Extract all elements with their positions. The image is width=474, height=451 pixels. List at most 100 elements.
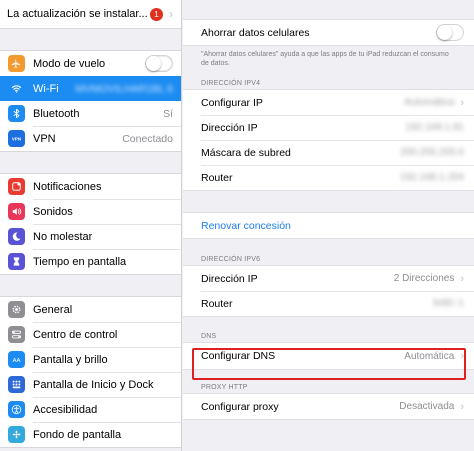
sidebar-item-notifications[interactable]: Notificaciones (0, 174, 181, 199)
proxy-section-header: PROXY HTTP (201, 384, 248, 391)
renew-lease-card: Renovar concesión (183, 212, 474, 239)
configure-ip-value: Automática (404, 97, 455, 108)
ip-address-value: 192.168.1.81 (405, 122, 464, 133)
gear-icon (8, 301, 25, 318)
ip-address-label: Dirección IP (201, 121, 258, 134)
ipv6-router-row: Router fe80::1 (183, 291, 474, 316)
ipv6-router-label: Router (201, 297, 233, 310)
general-group: General Centro de control AA Pantalla y … (0, 296, 181, 448)
configure-proxy-label: Configurar proxy (201, 400, 279, 413)
chevron-right-icon: › (460, 350, 464, 362)
sidebar-item-label: Bluetooth (33, 107, 80, 120)
chevron-right-icon: › (169, 7, 173, 21)
svg-text:VPN: VPN (12, 137, 21, 142)
subnet-mask-value: 255.255.255.0 (400, 147, 464, 158)
software-update-row[interactable]: La actualización se instalar... 1 › (0, 0, 181, 29)
sidebar-item-vpn[interactable]: VPN VPN Conectado (0, 126, 181, 151)
svg-text:AA: AA (13, 358, 21, 364)
settings-sidebar: La actualización se instalar... 1 › Modo… (0, 0, 182, 451)
router-label: Router (201, 171, 233, 184)
ipv6-card: Dirección IP 2 Direcciones › Router fe80… (183, 265, 474, 317)
ipv6-address-label: Dirección IP (201, 272, 258, 285)
configure-dns-label: Configurar DNS (201, 350, 276, 362)
ipv6-address-value: 2 Direcciones (393, 273, 455, 284)
chevron-right-icon: › (460, 96, 464, 109)
sounds-icon (8, 203, 25, 220)
configure-proxy-row[interactable]: Configurar proxy Desactivada › (183, 394, 474, 419)
sidebar-item-label: Modo de vuelo (33, 57, 106, 70)
subnet-mask-row: Máscara de subred 255.255.255.0 (183, 140, 474, 165)
sidebar-item-display-brightness[interactable]: AA Pantalla y brillo (0, 347, 181, 372)
vpn-status: Conectado (122, 132, 173, 145)
sidebar-item-label: Sonidos (33, 205, 73, 218)
notifications-group: Notificaciones Sonidos No molestar Tiemp… (0, 173, 181, 275)
renew-lease-button[interactable]: Renovar concesión (183, 213, 474, 238)
configure-ip-row[interactable]: Configurar IP Automática › (183, 90, 474, 115)
chevron-right-icon: › (460, 400, 464, 413)
accessibility-icon (8, 401, 25, 418)
sidebar-item-label: Accesibilidad (33, 403, 98, 416)
sidebar-item-wallpaper[interactable]: Fondo de pantalla (0, 422, 181, 447)
low-data-label: Ahorrar datos celulares (201, 26, 310, 39)
sidebar-item-label: Centro de control (33, 328, 118, 341)
low-data-card: Ahorrar datos celulares (183, 19, 474, 46)
renew-lease-label: Renovar concesión (201, 219, 291, 232)
sidebar-item-label: Pantalla y brillo (33, 353, 108, 366)
airplane-mode-toggle[interactable] (145, 55, 173, 72)
bluetooth-icon (8, 105, 25, 122)
sidebar-item-label: Wi-Fi (33, 82, 59, 95)
sidebar-item-label: Fondo de pantalla (33, 428, 122, 441)
sidebar-item-label: General (33, 303, 73, 316)
chevron-right-icon: › (460, 272, 464, 285)
sidebar-item-airplane-mode[interactable]: Modo de vuelo (0, 51, 181, 76)
configure-dns-row[interactable]: Configurar DNS Automática › (183, 343, 474, 369)
ipv4-section-header: DIRECCIÓN IPV4 (201, 80, 261, 87)
brightness-icon: AA (8, 351, 25, 368)
sidebar-item-label: No molestar (33, 230, 93, 243)
ipv6-router-value: fe80::1 (433, 298, 464, 309)
subnet-mask-label: Máscara de subred (201, 146, 291, 159)
sidebar-item-label: Tiempo en pantalla (33, 255, 127, 268)
dns-card: Configurar DNS Automática › (183, 342, 474, 370)
low-data-row: Ahorrar datos celulares (183, 20, 474, 45)
notifications-icon (8, 178, 25, 195)
router-value: 192.168.1.254 (400, 172, 464, 183)
sidebar-item-label: VPN (33, 132, 56, 145)
configure-ip-label: Configurar IP (201, 96, 263, 109)
sidebar-item-label: Pantalla de Inicio y Dock (33, 378, 154, 391)
low-data-footnote: "Ahorrar datos celulares" ayuda a que la… (201, 51, 449, 67)
wifi-icon (8, 80, 25, 97)
airplane-icon (8, 55, 25, 72)
configure-proxy-value: Desactivada (399, 401, 455, 412)
sidebar-item-screen-time[interactable]: Tiempo en pantalla (0, 249, 181, 274)
proxy-card: Configurar proxy Desactivada › (183, 393, 474, 420)
sidebar-item-home-screen-dock[interactable]: Pantalla de Inicio y Dock (0, 372, 181, 397)
software-update-label: La actualización se instalar... (7, 8, 148, 20)
bluetooth-status: Sí (163, 107, 173, 120)
ip-address-row: Dirección IP 192.168.1.81 (183, 115, 474, 140)
network-detail-pane: Ahorrar datos celulares "Ahorrar datos c… (183, 0, 474, 451)
sidebar-item-sounds[interactable]: Sonidos (0, 199, 181, 224)
control-center-icon (8, 326, 25, 343)
configure-dns-value: Automática (404, 350, 455, 362)
update-badge: 1 (150, 7, 163, 21)
hourglass-icon (8, 253, 25, 270)
moon-icon (8, 228, 25, 245)
vpn-icon: VPN (8, 130, 25, 147)
sidebar-item-wifi[interactable]: Wi-Fi MVMOVILHAR1BL 6 (0, 76, 181, 101)
ipv6-address-row[interactable]: Dirección IP 2 Direcciones › (183, 266, 474, 291)
ipv4-card: Configurar IP Automática › Dirección IP … (183, 89, 474, 191)
low-data-toggle[interactable] (436, 24, 464, 41)
sidebar-item-do-not-disturb[interactable]: No molestar (0, 224, 181, 249)
home-screen-icon (8, 376, 25, 393)
sidebar-item-control-center[interactable]: Centro de control (0, 322, 181, 347)
sidebar-item-bluetooth[interactable]: Bluetooth Sí (0, 101, 181, 126)
dns-section-header: DNS (201, 333, 217, 340)
sidebar-item-general[interactable]: General (0, 297, 181, 322)
ipv6-section-header: DIRECCIÓN IPV6 (201, 256, 261, 263)
connectivity-group: Modo de vuelo Wi-Fi MVMOVILHAR1BL 6 Blue… (0, 50, 181, 152)
sidebar-item-label: Notificaciones (33, 180, 102, 193)
sidebar-item-accessibility[interactable]: Accesibilidad (0, 397, 181, 422)
wifi-network-name: MVMOVILHAR1BL 6 (75, 82, 173, 95)
wallpaper-icon (8, 426, 25, 443)
